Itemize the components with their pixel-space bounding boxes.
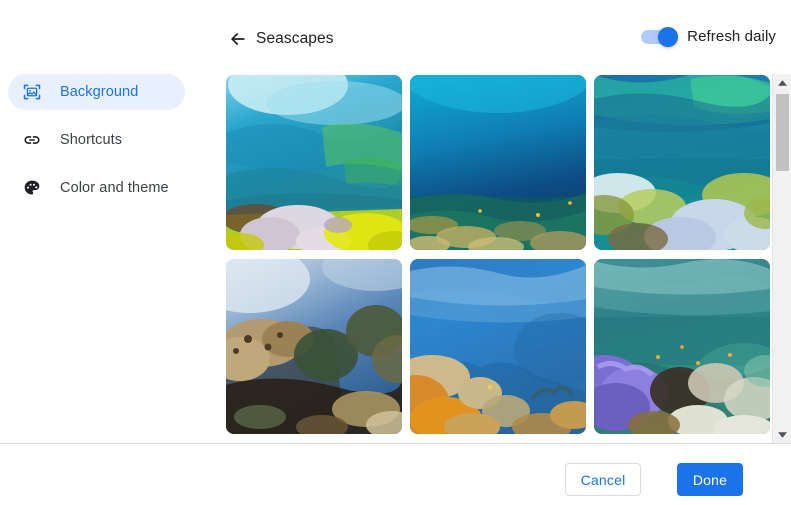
scrollbar-thumb[interactable] (776, 94, 789, 171)
dialog-header: Seascapes Refresh daily (210, 0, 791, 74)
sidebar-nav: Background Shortcuts Color and theme (0, 0, 210, 444)
sidebar-item-color-and-theme[interactable]: Color and theme (8, 170, 185, 206)
done-button[interactable]: Done (677, 463, 743, 496)
seascape-thumbnail-3[interactable] (594, 75, 770, 250)
thumbnail-grid (226, 75, 770, 443)
sidebar-item-label: Background (60, 84, 139, 100)
sidebar-item-shortcuts[interactable]: Shortcuts (8, 122, 185, 158)
refresh-daily-label: Refresh daily (687, 28, 776, 45)
sidebar-item-label: Shortcuts (60, 132, 123, 148)
seascape-thumbnail-1[interactable] (226, 75, 402, 250)
toggle-knob (658, 26, 679, 47)
dialog-footer: Cancel Done (0, 444, 791, 505)
scroll-down-arrow-icon[interactable] (773, 426, 791, 443)
seascape-thumbnail-2[interactable] (410, 75, 586, 250)
page-title: Seascapes (256, 30, 334, 47)
sidebar-item-label: Color and theme (60, 180, 169, 196)
refresh-daily-toggle[interactable] (641, 26, 679, 47)
cancel-button[interactable]: Cancel (565, 463, 641, 496)
thumbnail-scroll-area[interactable] (210, 74, 772, 443)
thumbnail-scrollbar[interactable] (772, 74, 791, 443)
seascape-thumbnail-5[interactable] (410, 259, 586, 434)
back-arrow-icon (228, 29, 248, 52)
image-icon (22, 82, 42, 102)
scroll-up-arrow-icon[interactable] (773, 74, 791, 91)
seascape-thumbnail-6[interactable] (594, 259, 770, 434)
sidebar-item-background[interactable]: Background (8, 74, 185, 110)
palette-icon (22, 178, 42, 198)
background-picker-dialog: Background Shortcuts Color and theme Sea… (0, 0, 791, 505)
link-icon (22, 130, 42, 150)
refresh-daily-control[interactable]: Refresh daily (641, 26, 776, 47)
seascape-thumbnail-4[interactable] (226, 259, 402, 434)
back-button[interactable] (222, 24, 254, 56)
